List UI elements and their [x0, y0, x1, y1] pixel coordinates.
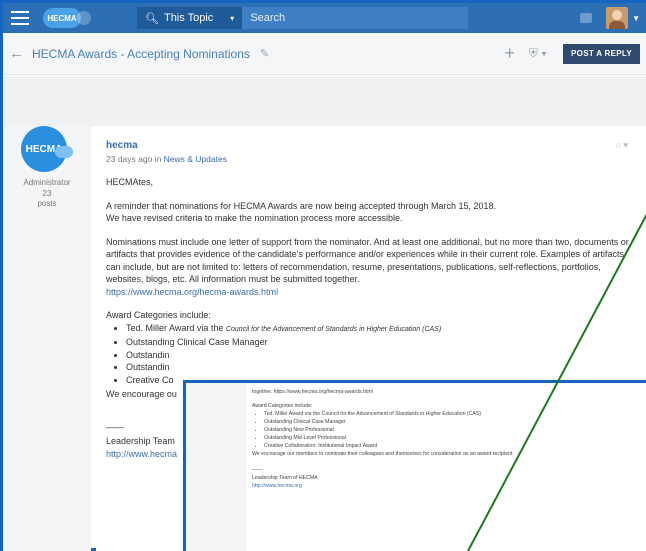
list-item: Creative Collaboration: Institutional Im… [264, 442, 640, 450]
topic-title-bar: ← HECMA Awards - Accepting Nominations ✎… [3, 33, 646, 75]
content-header-band [3, 76, 646, 126]
list-item: Outstanding Clinical Case Manager [126, 336, 634, 349]
category-list: Ted. Miller Award via the Council for th… [126, 322, 634, 387]
chevron-down-icon: ▾ [230, 13, 235, 23]
zoom-link-line: together. https://www.hecma.org/hecma-aw… [252, 389, 373, 395]
author-post-label: posts [37, 199, 57, 208]
author-avatar[interactable]: HECMA [21, 126, 73, 172]
category-1: Ted. Miller Award via the [126, 322, 226, 333]
user-avatar-menu[interactable] [606, 7, 629, 29]
logo-text: HECMA [47, 13, 77, 23]
requirements-text: Nominations must include one letter of s… [106, 236, 629, 285]
search-field-container [242, 7, 469, 29]
zoom-signature-team: Leadership Team of HECMA [252, 475, 318, 481]
search-scope-dropdown[interactable]: 🔍︎ This Topic ▾ [137, 7, 243, 29]
post-time: 23 days ago in [106, 154, 164, 164]
post-reply-button[interactable]: POST A REPLY [563, 43, 640, 64]
paragraph-reminder: A reminder that nominations for HECMA Aw… [106, 200, 634, 225]
list-item: Ted. Miller Award via the Council for th… [264, 410, 640, 418]
categories-intro: Award Categories include: [106, 310, 211, 320]
author-role: Administrator [23, 178, 71, 187]
site-logo[interactable]: HECMA [43, 8, 91, 28]
reminder-line-2: We have revised criteria to make the nom… [106, 213, 403, 223]
zoom-category-list: Ted. Miller Award via the Council for th… [264, 410, 640, 450]
signature-link[interactable]: http://www.hecma [106, 449, 177, 459]
zoomed-post-content: together. https://www.hecma.org/hecma-aw… [246, 383, 646, 551]
post-author-column: HECMA Administrator 23 posts [3, 126, 91, 551]
zoom-categories-intro: Award Categories include: [252, 403, 313, 409]
search-scope-label: This Topic [163, 12, 214, 24]
list-item: Outstanding Clinical Case Manager [264, 418, 640, 426]
shield-dropdown-icon[interactable]: ⛨ ▾ [529, 46, 547, 61]
post-author-name[interactable]: hecma [106, 140, 138, 151]
chevron-down-icon[interactable]: ▼ [632, 14, 640, 23]
zoom-signature-divider: —— [252, 467, 263, 473]
category-1-org: Council for the Advancement of Standards… [225, 325, 442, 333]
back-arrow-icon[interactable]: ← [9, 45, 24, 62]
paragraph-requirements: Nominations must include one letter of s… [106, 236, 634, 299]
post-meta: 23 days ago in News & Updates [106, 154, 227, 164]
edit-pencil-icon[interactable]: ✎ [260, 47, 269, 60]
zoom-encourage: We encourage our members to nominate the… [252, 451, 514, 457]
list-item: Ted. Miller Award via the Council for th… [126, 322, 634, 337]
search-icon: 🔍︎ [145, 12, 159, 25]
post-options-icon[interactable]: ○ ▾ [616, 140, 628, 151]
post-category-link[interactable]: News & Updates [164, 154, 227, 164]
awards-link[interactable]: https://www.hecma.org/hecma-awards.html [106, 287, 278, 297]
add-icon[interactable]: + [504, 43, 515, 64]
chat-icon[interactable] [580, 13, 593, 23]
search-input[interactable] [250, 12, 469, 24]
list-item: Outstandin [126, 349, 634, 362]
reminder-line-1: A reminder that nominations for HECMA Aw… [106, 200, 497, 211]
top-navigation-bar: HECMA 🔍︎ This Topic ▾ ▼ [3, 3, 646, 33]
zoomed-inset-panel: together. https://www.hecma.org/hecma-aw… [183, 380, 646, 551]
greeting: HECMAtes, [106, 177, 154, 187]
list-item: Outstanding Mid-Level Professional [264, 434, 640, 442]
list-item: Outstandin [126, 361, 634, 374]
author-post-count: 23 [42, 189, 52, 198]
topic-title: HECMA Awards - Accepting Nominations [32, 46, 250, 61]
author-avatar-text: HECMA [25, 143, 63, 155]
zoom-signature-link[interactable]: http://www.hecma.org [252, 483, 302, 489]
list-item: Outstanding New Professional [264, 426, 640, 434]
hamburger-menu-icon[interactable] [11, 11, 29, 25]
